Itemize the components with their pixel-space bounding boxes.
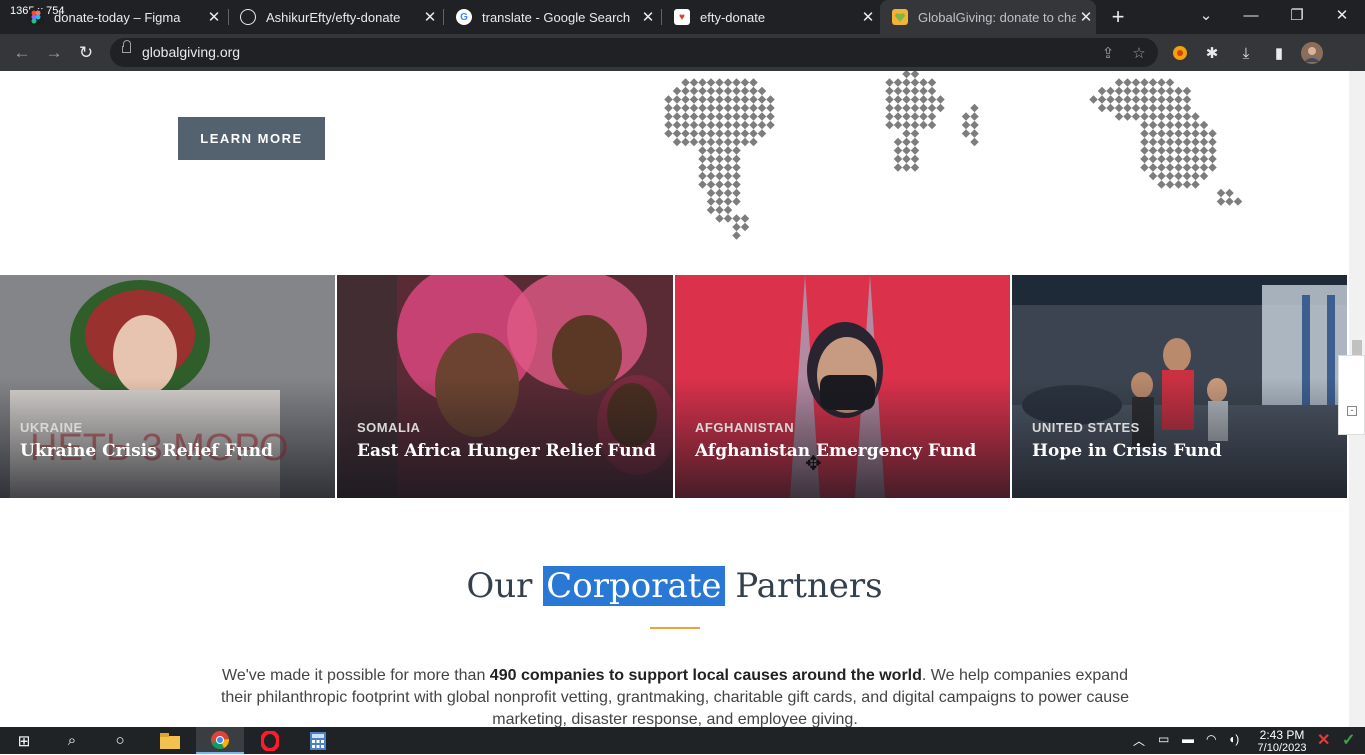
tray-overflow-icon[interactable]: ︿ [1133,732,1145,749]
tab-globalgiving[interactable]: GlobalGiving: donate to char ✕ [880,0,1096,34]
fund-country: UKRAINE [20,420,83,435]
tab-search-button[interactable]: ⌄ [1183,0,1229,30]
volume-icon[interactable]: ◖) [1228,732,1239,746]
fund-country: UNITED STATES [1032,420,1140,435]
green-check-icon[interactable]: ✓ [1342,730,1355,750]
download-icon[interactable]: ⤓ [1234,41,1258,65]
bookmark-star-icon[interactable]: ☆ [1128,42,1150,64]
fund-cards: НЕТЬ 3 МОРО UKRAINE Ukraine Crisis Relie… [0,275,1349,498]
fund-country: AFGHANISTAN [695,420,795,435]
tab-title: translate - Google Search [482,9,631,25]
page-viewport: LEARN MORE НЕТЬ 3 МОРО UKRAINE Ukraine C… [0,71,1349,727]
close-icon[interactable]: ✕ [204,8,224,26]
close-icon[interactable]: ✕ [1076,8,1096,26]
wifi-icon[interactable]: ◠ [1206,732,1216,746]
search-icon[interactable]: ⌕ [48,727,96,754]
tab-strip: 1365 x 754 donate-today – Figma ✕ Ashiku… [0,0,1365,34]
tab-figma[interactable]: donate-today – Figma ✕ [16,0,224,34]
fund-title[interactable]: Ukraine Crisis Relief Fund [20,441,273,461]
extension-badge-icon[interactable] [1168,41,1192,65]
battery-icon[interactable]: ▬ [1182,732,1194,746]
corporate-partners-description: We've made it possible for more than 490… [220,665,1130,727]
tab-github[interactable]: AshikurEfty/efty-donate ✕ [230,0,440,34]
heading-text-before: Our [466,566,544,606]
fund-title[interactable]: East Africa Hunger Relief Fund [357,441,656,461]
fund-card-somalia[interactable]: SOMALIA East Africa Hunger Relief Fund [337,275,673,498]
fund-title[interactable]: Hope in Crisis Fund [1032,441,1222,461]
lock-icon [122,40,131,53]
clock-time: 2:43 PM [1259,728,1305,742]
browser-toolbar: ← → ↻ globalgiving.org ⇪ ☆ ✱ ⤓ ▮ [0,34,1365,71]
close-icon[interactable]: ✕ [858,8,878,26]
tab-title: donate-today – Figma [54,9,181,25]
fund-title[interactable]: Afghanistan Emergency Fund [695,441,976,461]
minimize-icon[interactable]: - [1347,406,1357,416]
tab-efty-donate[interactable]: ♥ efty-donate ✕ [664,0,878,34]
file-explorer-icon[interactable] [146,727,194,754]
close-icon[interactable]: ✕ [638,8,658,26]
tab-title: AshikurEfty/efty-donate [266,9,401,25]
chrome-icon[interactable] [196,727,244,754]
fund-card-united-states[interactable]: UNITED STATES Hope in Crisis Fund [1012,275,1347,498]
close-icon[interactable]: ✕ [420,8,440,26]
world-map-graphic [664,71,1243,240]
google-icon: G [456,9,472,25]
page-icon: ♥ [674,9,690,25]
side-feedback-widget[interactable]: - [1338,355,1365,435]
forward-button[interactable]: → [41,40,67,66]
meet-now-icon[interactable]: ▭ [1158,732,1169,746]
start-button[interactable]: ⊞ [0,727,48,754]
close-window-button[interactable]: ✕ [1319,0,1365,30]
address-bar[interactable]: globalgiving.org ⇪ ☆ [110,38,1158,67]
fund-card-ukraine[interactable]: НЕТЬ 3 МОРО UKRAINE Ukraine Crisis Relie… [0,275,335,498]
tab-google[interactable]: G translate - Google Search ✕ [446,0,658,34]
description-text: We've made it possible for more than [222,667,490,684]
figma-icon [28,9,44,25]
profile-avatar[interactable] [1300,41,1324,65]
corporate-partners-heading: Our Corporate Partners [0,566,1349,606]
windows-taskbar: ⊞ ⌕ ○ ︿ ▭ ▬ ◠ ◖) 2:43 PM 7/10/2023 ✕ ✓ [0,727,1365,754]
calculator-icon[interactable] [294,727,342,754]
heading-text-after: Partners [724,566,883,606]
opera-icon[interactable] [246,727,294,754]
url-text[interactable]: globalgiving.org [142,44,240,60]
cortana-icon[interactable]: ○ [96,727,144,754]
clock-date: 7/10/2023 [1257,742,1307,754]
red-x-icon[interactable]: ✕ [1317,730,1330,750]
move-cursor-icon: ✥ [805,453,822,475]
minimize-button[interactable]: — [1228,0,1274,30]
globalgiving-icon [892,9,908,25]
back-button[interactable]: ← [9,40,35,66]
reload-button[interactable]: ↻ [73,40,99,66]
heading-divider [650,627,700,629]
heading-highlighted-word: Corporate [543,566,725,606]
restore-button[interactable]: ❐ [1274,0,1320,30]
extensions-icon[interactable]: ✱ [1200,41,1224,65]
description-bold-text: 490 companies to support local causes ar… [489,667,922,684]
share-icon[interactable]: ⇪ [1097,42,1119,64]
fund-country: SOMALIA [357,420,421,435]
tab-title: efty-donate [700,9,766,25]
github-icon [240,9,256,25]
new-tab-button[interactable]: + [1100,2,1136,32]
taskbar-clock[interactable]: 2:43 PM 7/10/2023 [1252,729,1312,755]
learn-more-button[interactable]: LEARN MORE [178,117,325,160]
side-panel-icon[interactable]: ▮ [1267,41,1291,65]
tab-title: GlobalGiving: donate to char [918,9,1076,25]
fund-card-afghanistan[interactable]: AFGHANISTAN Afghanistan Emergency Fund [675,275,1010,498]
